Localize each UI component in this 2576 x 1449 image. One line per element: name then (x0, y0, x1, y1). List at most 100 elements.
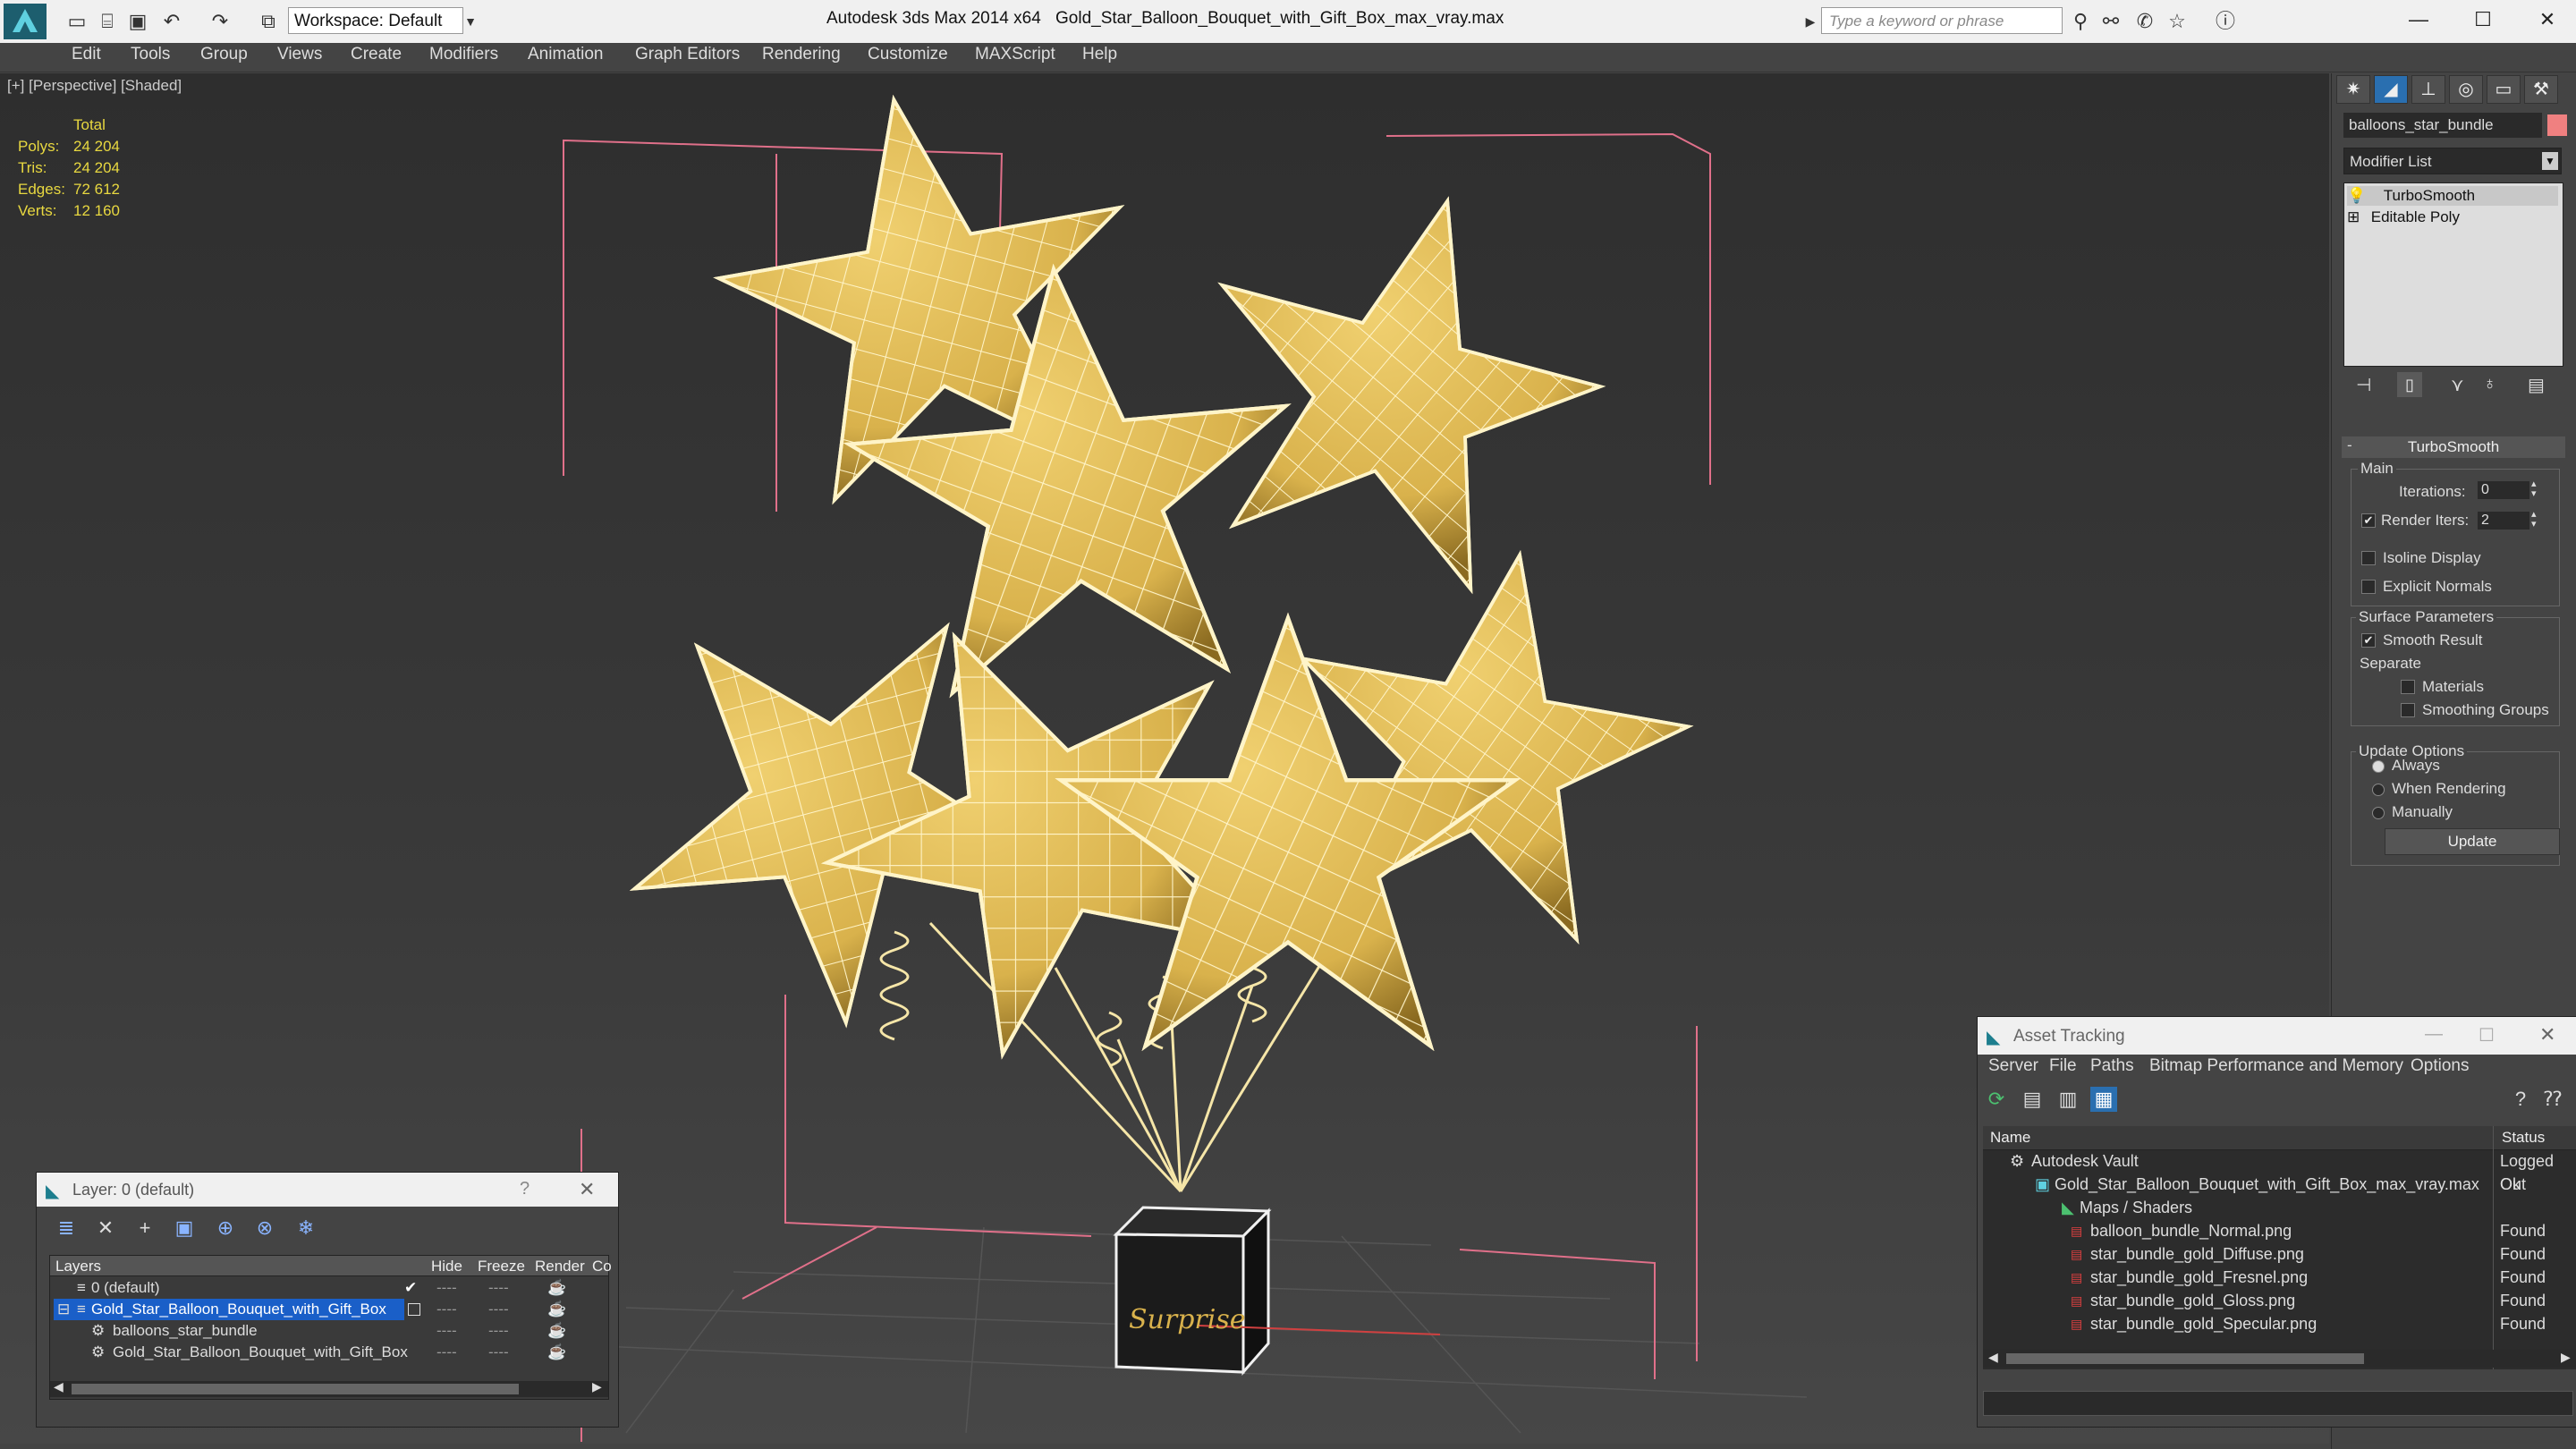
layer-row[interactable]: ⊟ ≡ Gold_Star_Balloon_Bouquet_with_Gift_… (50, 1299, 608, 1320)
when-rendering-radio[interactable] (2372, 784, 2385, 796)
asset-table[interactable]: Name Status ⚙ Autodesk Vault Logged Out … (1983, 1126, 2576, 1369)
favorites-star-icon[interactable]: ☆ (2165, 9, 2190, 34)
iterations-spinner[interactable]: 0 (2478, 481, 2529, 499)
asset-tracking-titlebar[interactable]: ◣ Asset Tracking — ☐ ✕ (1978, 1017, 2576, 1055)
hide-toggle[interactable]: ---- (436, 1299, 457, 1320)
manually-radio[interactable] (2372, 807, 2385, 819)
undo-icon[interactable]: ↶ (159, 9, 184, 34)
delete-layer-icon[interactable]: ✕ (92, 1216, 119, 1241)
stack-item-turbosmooth[interactable]: 💡 TurboSmooth (2347, 186, 2558, 206)
new-file-icon[interactable]: ▭ (64, 9, 89, 34)
table-view-icon[interactable]: ▦ (2090, 1087, 2117, 1112)
layer-help-icon[interactable]: ? (520, 1179, 530, 1199)
active-layer-check-icon[interactable]: ✔ (404, 1277, 417, 1299)
stack-item-editable-poly[interactable]: ⊞ Editable Poly (2347, 208, 2558, 227)
asset-row[interactable]: ◣ Maps / Shaders (1983, 1196, 2576, 1219)
scrollbar-thumb[interactable] (72, 1384, 519, 1394)
hide-unhide-all-icon[interactable]: ⊗ (251, 1216, 278, 1241)
motion-tab-icon[interactable]: ◎ (2449, 75, 2483, 104)
layer-horizontal-scrollbar[interactable]: ◀ ▶ (50, 1379, 608, 1397)
maximize-icon[interactable]: ☐ (2456, 2, 2510, 38)
layer-row[interactable]: ≡ 0 (default) ✔ ---- ---- ☕ (50, 1277, 608, 1299)
workspace-chevron-down-icon[interactable]: ▼ (458, 9, 483, 34)
scroll-right-icon[interactable]: ▶ (592, 1379, 602, 1394)
object-name-field[interactable]: balloons_star_bundle (2343, 113, 2542, 138)
isoline-display-checkbox[interactable] (2361, 551, 2376, 565)
freeze-toggle[interactable]: ---- (488, 1342, 509, 1363)
scrollbar-thumb[interactable] (2006, 1353, 2364, 1364)
column-header-render[interactable]: Render (535, 1258, 585, 1275)
scroll-left-icon[interactable]: ◀ (54, 1379, 64, 1394)
asset-menu-paths[interactable]: Paths (2090, 1056, 2134, 1076)
menu-help[interactable]: Help (1082, 45, 1117, 64)
list-view-icon[interactable]: ▤ (2019, 1087, 2046, 1112)
menu-maxscript[interactable]: MAXScript (975, 45, 1055, 64)
display-tab-icon[interactable]: ▭ (2487, 75, 2521, 104)
expand-plus-icon[interactable]: ⊞ (2347, 208, 2363, 227)
create-layer-icon[interactable]: ≣ (53, 1216, 80, 1241)
make-unique-icon[interactable]: ⋎ (2451, 374, 2464, 396)
app-logo-icon[interactable] (4, 4, 47, 39)
turbosmooth-rollout-header[interactable]: TurboSmooth (2342, 436, 2565, 458)
configure-modifier-sets-icon[interactable]: ▤ (2528, 374, 2545, 396)
active-layer-checkbox[interactable] (408, 1303, 420, 1316)
asset-row[interactable]: ▤ star_bundle_gold_Gloss.png Found (1983, 1289, 2576, 1312)
search-expand-icon[interactable]: ▶ (1798, 9, 1823, 34)
freeze-toggle[interactable]: ---- (488, 1320, 509, 1342)
asset-row[interactable]: ▤ star_bundle_gold_Diffuse.png Found (1983, 1242, 2576, 1266)
close-icon[interactable]: ✕ (2521, 2, 2574, 38)
layer-row[interactable]: ⚙ balloons_star_bundle ---- ---- ☕ (50, 1320, 608, 1342)
layer-dialog[interactable]: ◣ Layer: 0 (default) ? ✕ ≣ ✕ + ▣ ⊕ ⊗ ❄ L… (36, 1172, 619, 1428)
utilities-tab-icon[interactable]: ⚒ (2524, 75, 2558, 104)
always-radio[interactable] (2372, 760, 2385, 773)
asset-horizontal-scrollbar[interactable]: ◀ ▶ (1983, 1350, 2576, 1368)
object-color-swatch[interactable] (2547, 114, 2567, 136)
lightbulb-icon[interactable]: 💡 (2347, 186, 2366, 206)
asset-row[interactable]: ▤ balloon_bundle_Normal.png Found (1983, 1219, 2576, 1242)
refresh-icon[interactable]: ⟳ (1983, 1087, 2010, 1112)
hide-toggle[interactable]: ---- (436, 1320, 457, 1342)
asset-path-field[interactable] (1983, 1391, 2573, 1416)
project-folder-icon[interactable]: ⧉ (256, 9, 281, 34)
menu-edit[interactable]: Edit (72, 45, 101, 64)
workspace-dropdown[interactable]: Workspace: Default (288, 7, 463, 34)
layer-dialog-titlebar[interactable]: ◣ Layer: 0 (default) ? ✕ (37, 1173, 618, 1207)
render-iters-checkbox[interactable]: ✔ (2361, 513, 2376, 528)
layer-row[interactable]: ⚙ Gold_Star_Balloon_Bouquet_with_Gift_Bo… (50, 1342, 608, 1363)
redo-icon[interactable]: ↷ (208, 9, 233, 34)
render-iters-spinner[interactable]: 2 (2478, 512, 2529, 530)
add-to-layer-icon[interactable]: + (131, 1216, 158, 1241)
menu-create[interactable]: Create (351, 45, 402, 64)
save-file-icon[interactable]: ▣ (125, 9, 150, 34)
asset-maximize-icon[interactable]: ☐ (2479, 1024, 2495, 1046)
asset-menu-file[interactable]: File (2049, 1056, 2077, 1076)
asset-menu-server[interactable]: Server (1988, 1056, 2038, 1076)
column-header-freeze[interactable]: Freeze (478, 1258, 525, 1275)
highlight-selected-icon[interactable]: ⊕ (212, 1216, 239, 1241)
column-header-status[interactable]: Status (2502, 1129, 2545, 1147)
tree-view-icon[interactable]: ▥ (2055, 1087, 2081, 1112)
scroll-left-icon[interactable]: ◀ (1988, 1350, 1998, 1365)
asset-row[interactable]: ▤ star_bundle_gold_Fresnel.png Found (1983, 1266, 2576, 1289)
render-teapot-icon[interactable]: ☕ (547, 1320, 566, 1342)
modifier-list-dropdown[interactable]: Modifier List (2343, 148, 2562, 174)
render-teapot-icon[interactable]: ☕ (547, 1277, 566, 1299)
communication-icon[interactable]: ✆ (2132, 9, 2157, 34)
asset-tracking-dialog[interactable]: ◣ Asset Tracking — ☐ ✕ Server File Paths… (1977, 1016, 2576, 1428)
modify-tab-icon[interactable]: ◢ (2374, 75, 2408, 104)
asset-row[interactable]: ▣ Gold_Star_Balloon_Bouquet_with_Gift_Bo… (1983, 1173, 2576, 1196)
freeze-toggle[interactable]: ---- (488, 1299, 509, 1320)
select-objects-icon[interactable]: ▣ (171, 1216, 198, 1241)
column-header-layers[interactable]: Layers (55, 1258, 101, 1275)
rollout-collapse-icon[interactable]: - (2347, 436, 2352, 454)
asset-help-icon[interactable]: ? (2507, 1087, 2534, 1112)
column-header-hide[interactable]: Hide (431, 1258, 462, 1275)
remove-modifier-icon[interactable]: ♁ (2483, 374, 2496, 394)
asset-row[interactable]: ▤ star_bundle_gold_Specular.png Found (1983, 1312, 2576, 1335)
asset-context-help-icon[interactable]: ⁇ (2539, 1087, 2566, 1112)
menu-tools[interactable]: Tools (131, 45, 170, 64)
open-file-icon[interactable]: ⌸ (95, 9, 120, 34)
menu-graph-editors[interactable]: Graph Editors (635, 45, 740, 64)
smooth-result-checkbox[interactable]: ✔ (2361, 633, 2376, 648)
render-teapot-icon[interactable]: ☕ (547, 1342, 566, 1363)
